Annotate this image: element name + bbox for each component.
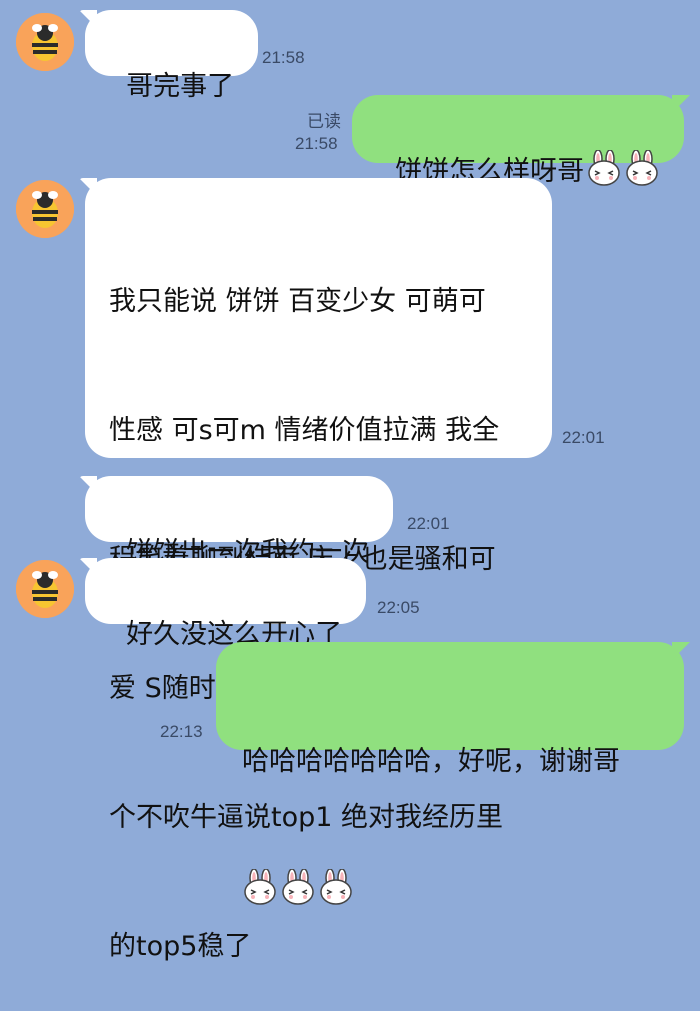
message-bubble-incoming[interactable]: 饼饼出一次我约一次: [85, 476, 394, 568]
message-text: 哥完事了: [126, 71, 235, 102]
message-line: 的top5稳了: [109, 931, 252, 962]
message-text: 哈哈哈哈哈哈哈，好呢，谢谢哥: [242, 746, 620, 777]
message-line: 我只能说 饼饼 百变少女 可萌可: [109, 286, 486, 317]
message-bubble-incoming[interactable]: 好久没这么开心了: [85, 558, 367, 650]
bunny-sticker-icon: [624, 150, 660, 186]
sticker-row: [242, 869, 658, 912]
contact-avatar[interactable]: [16, 560, 74, 618]
bee-avatar-icon: [16, 180, 74, 238]
message-bubble-outgoing[interactable]: 饼饼怎么样呀哥: [352, 95, 684, 187]
message-time: 22:05: [377, 598, 420, 617]
bee-avatar-icon: [16, 13, 74, 71]
contact-avatar[interactable]: [16, 13, 74, 71]
read-receipt: 已读: [307, 112, 341, 131]
bunny-sticker-icon: [318, 869, 354, 905]
message-line: 个不吹牛逼说top1 绝对我经历里: [109, 802, 504, 833]
bee-avatar-icon: [16, 560, 74, 618]
message-bubble-outgoing[interactable]: 哈哈哈哈哈哈哈，好呢，谢谢哥: [216, 642, 684, 905]
message-bubble-incoming[interactable]: 哥完事了: [85, 10, 259, 102]
message-line: 性感 可s可m 情绪价值拉满 我全: [109, 415, 500, 446]
message-time: 21:58: [295, 134, 338, 153]
bunny-sticker-icon: [242, 869, 278, 905]
contact-avatar[interactable]: [16, 180, 74, 238]
bunny-sticker-icon: [280, 869, 316, 905]
bunny-sticker-icon: [586, 150, 622, 186]
message-time: 21:58: [262, 48, 305, 67]
message-time: 22:13: [160, 722, 203, 741]
message-bubble-incoming[interactable]: 我只能说 饼饼 百变少女 可萌可 性感 可s可m 情绪价值拉满 我全 程笑着聊到…: [85, 178, 552, 962]
message-time: 22:01: [562, 428, 605, 447]
message-time: 22:01: [407, 514, 450, 533]
